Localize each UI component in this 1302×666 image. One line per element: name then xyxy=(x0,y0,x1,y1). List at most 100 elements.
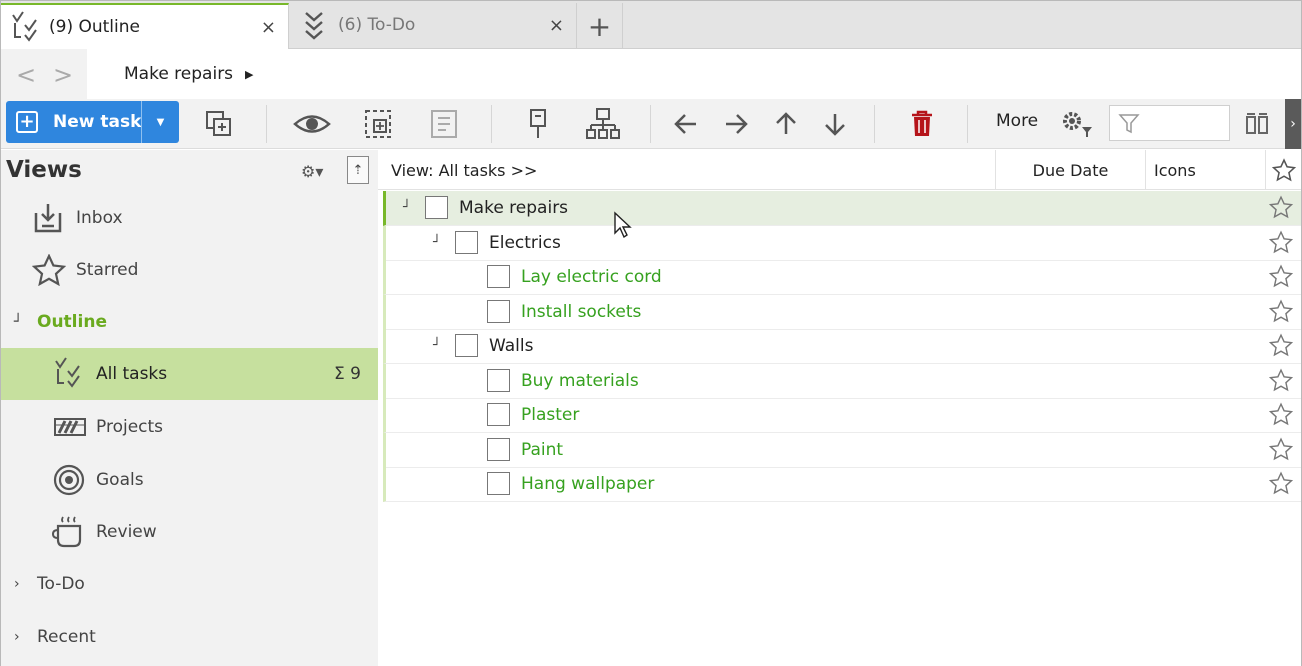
star-icon[interactable] xyxy=(1268,229,1294,259)
more-button[interactable]: More xyxy=(996,111,1038,131)
inbox-icon xyxy=(33,201,63,235)
arrow-up-icon[interactable] xyxy=(763,101,809,147)
task-row[interactable]: Buy materials xyxy=(383,363,1301,399)
star-icon[interactable] xyxy=(1268,333,1294,362)
task-checkbox[interactable] xyxy=(455,230,478,254)
sidebar-item-label: To-Do xyxy=(37,574,85,594)
new-task-button[interactable]: + New task ▼ xyxy=(6,101,179,143)
arrow-left-icon[interactable] xyxy=(663,101,709,147)
star-icon[interactable] xyxy=(1268,195,1294,224)
toolbar: + New task ▼ More › xyxy=(1,99,1301,149)
tab-outline[interactable]: (9) Outline × xyxy=(1,3,289,50)
mouse-cursor-icon xyxy=(613,211,633,244)
task-row[interactable]: Lay electric cord xyxy=(383,260,1301,295)
view-eye-icon[interactable] xyxy=(289,101,335,147)
column-icons[interactable]: Icons xyxy=(1145,150,1265,190)
star-icon[interactable] xyxy=(1268,264,1294,293)
task-row[interactable]: Plaster xyxy=(383,398,1301,433)
arrow-down-icon[interactable] xyxy=(812,101,858,147)
task-checkbox[interactable] xyxy=(487,368,510,392)
back-arrow-icon[interactable]: < xyxy=(16,61,36,89)
task-title[interactable]: Install sockets xyxy=(521,302,641,322)
task-title[interactable]: Electrics xyxy=(489,233,561,253)
star-icon[interactable] xyxy=(1268,298,1294,328)
sidebar-item-all-tasks[interactable]: All tasks Σ 9 xyxy=(1,348,378,400)
toolbar-separator xyxy=(491,105,492,143)
arrow-right-icon[interactable] xyxy=(713,101,759,147)
sidebar-item-starred[interactable]: Starred xyxy=(1,244,378,296)
pin-icon[interactable] xyxy=(515,101,561,147)
sidebar-item-goals[interactable]: Goals xyxy=(1,454,378,506)
breadcrumb-caret-icon[interactable]: ▶ xyxy=(245,68,253,81)
task-checkbox[interactable] xyxy=(487,299,510,323)
sidebar-item-recent[interactable]: › Recent xyxy=(1,611,378,663)
star-icon[interactable] xyxy=(1268,402,1294,431)
view-selector[interactable]: View: All tasks >> xyxy=(391,161,537,180)
add-tab-button[interactable]: + xyxy=(577,3,623,49)
app-window: (9) Outline × (6) To-Do × + < > Make rep… xyxy=(0,0,1302,666)
sidebar-item-review[interactable]: Review xyxy=(1,506,378,558)
toolbar-separator xyxy=(967,105,968,143)
views-pin-icon[interactable]: ⇡ xyxy=(347,156,369,184)
add-note-icon[interactable] xyxy=(421,101,467,147)
column-due-date[interactable]: Due Date xyxy=(995,150,1145,190)
task-row[interactable]: ┘ Electrics xyxy=(383,225,1301,261)
sidebar-item-projects[interactable]: Projects xyxy=(1,401,378,453)
star-icon[interactable] xyxy=(1268,367,1294,397)
task-checkbox[interactable] xyxy=(455,334,478,357)
tab-todo[interactable]: (6) To-Do × xyxy=(289,3,577,49)
task-title[interactable]: Plaster xyxy=(521,405,579,425)
delete-trash-icon[interactable] xyxy=(899,101,945,147)
task-title[interactable]: Paint xyxy=(521,440,563,460)
task-title[interactable]: Buy materials xyxy=(521,371,639,391)
collapse-icon[interactable]: ┘ xyxy=(14,314,22,330)
star-icon xyxy=(32,254,66,286)
all-tasks-icon xyxy=(10,11,44,50)
expand-icon[interactable]: › xyxy=(14,576,20,592)
columns-icon[interactable] xyxy=(1234,101,1280,147)
collapse-icon[interactable]: ┘ xyxy=(433,338,441,353)
task-row[interactable]: ┘ Walls xyxy=(383,329,1301,364)
forward-arrow-icon[interactable]: > xyxy=(53,61,73,89)
task-row[interactable]: ┘ Make repairs xyxy=(383,191,1301,226)
sidebar-item-label: Inbox xyxy=(76,208,123,228)
tab-todo-close-icon[interactable]: × xyxy=(549,15,564,36)
star-icon[interactable] xyxy=(1268,471,1294,500)
sidebar-item-inbox[interactable]: Inbox xyxy=(1,192,378,244)
sidebar-item-label: Starred xyxy=(76,260,139,280)
column-star-icon[interactable] xyxy=(1265,150,1301,190)
expand-icon[interactable]: › xyxy=(14,629,20,645)
breadcrumb-item[interactable]: Make repairs xyxy=(124,64,233,84)
task-row[interactable]: Install sockets xyxy=(383,294,1301,330)
filter-input[interactable] xyxy=(1109,105,1230,141)
task-row[interactable]: Paint xyxy=(383,432,1301,468)
task-title[interactable]: Lay electric cord xyxy=(521,267,662,287)
task-checkbox[interactable] xyxy=(487,472,510,495)
hierarchy-icon[interactable] xyxy=(580,101,626,147)
toolbar-scroll-right-icon[interactable]: › xyxy=(1285,99,1301,149)
collapse-icon[interactable]: ┘ xyxy=(403,200,411,215)
toolbar-separator xyxy=(874,105,875,143)
star-icon[interactable] xyxy=(1268,436,1294,466)
collapse-icon[interactable]: ┘ xyxy=(433,235,441,250)
new-task-dropdown-icon[interactable]: ▼ xyxy=(141,101,179,143)
task-checkbox[interactable] xyxy=(487,403,510,426)
new-task-label: New task xyxy=(53,112,142,132)
tab-outline-close-icon[interactable]: × xyxy=(261,17,276,38)
views-gear-icon[interactable]: ⚙▾ xyxy=(301,162,323,181)
sidebar-item-todo[interactable]: › To-Do xyxy=(1,558,378,610)
task-title[interactable]: Make repairs xyxy=(459,198,568,218)
gear-filter-icon[interactable] xyxy=(1053,101,1099,147)
duplicate-icon[interactable] xyxy=(196,101,242,147)
task-title[interactable]: Hang wallpaper xyxy=(521,474,654,494)
add-subtask-icon[interactable] xyxy=(355,101,401,147)
task-checkbox[interactable] xyxy=(487,265,510,288)
task-checkbox[interactable] xyxy=(425,196,448,219)
sidebar-item-label: Outline xyxy=(37,312,107,332)
views-title: Views xyxy=(6,157,82,183)
task-checkbox[interactable] xyxy=(487,437,510,461)
projects-icon xyxy=(53,416,87,438)
task-row[interactable]: Hang wallpaper xyxy=(383,467,1301,502)
task-title[interactable]: Walls xyxy=(489,336,533,356)
sidebar-item-outline[interactable]: ┘ Outline xyxy=(1,296,378,348)
